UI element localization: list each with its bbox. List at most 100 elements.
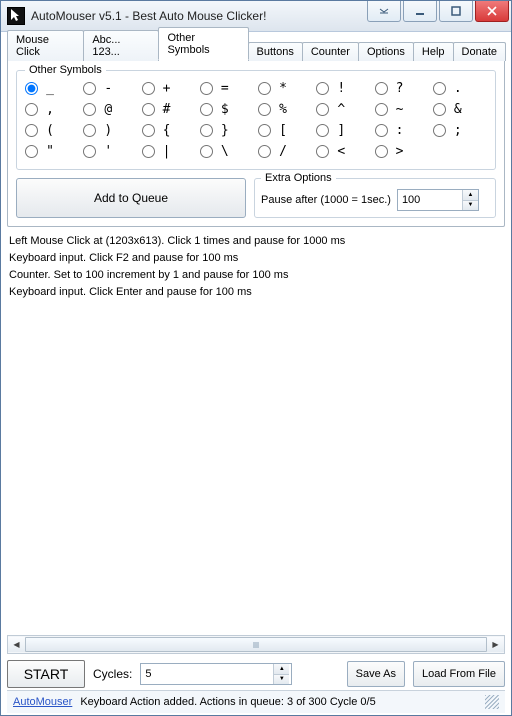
symbol-option[interactable]: \ [200, 144, 254, 159]
scroll-track[interactable] [25, 637, 487, 652]
symbol-radio[interactable] [433, 82, 446, 95]
symbol-option[interactable]: / [258, 144, 312, 159]
symbol-option[interactable]: ? [375, 81, 429, 96]
symbol-option[interactable]: ] [316, 123, 370, 138]
symbol-radio[interactable] [83, 124, 96, 137]
symbol-option[interactable]: ; [433, 123, 487, 138]
symbol-option[interactable]: ~ [375, 102, 429, 117]
symbol-radio[interactable] [142, 124, 155, 137]
tab-help[interactable]: Help [413, 42, 454, 61]
symbol-glyph: ~ [394, 102, 406, 117]
symbol-radio[interactable] [83, 103, 96, 116]
symbol-radio[interactable] [375, 103, 388, 116]
spinner-up-icon[interactable]: ▲ [274, 664, 289, 675]
symbol-radio[interactable] [200, 145, 213, 158]
save-as-button[interactable]: Save As [347, 661, 405, 687]
symbol-radio[interactable] [142, 103, 155, 116]
scroll-thumb[interactable] [25, 637, 487, 652]
symbol-radio[interactable] [200, 124, 213, 137]
symbol-option[interactable]: [ [258, 123, 312, 138]
horizontal-scrollbar[interactable]: ◀ ▶ [7, 635, 505, 654]
spinner-down-icon[interactable]: ▼ [274, 675, 289, 685]
close-button[interactable] [475, 1, 509, 22]
tab-options[interactable]: Options [358, 42, 414, 61]
spinner-down-icon[interactable]: ▼ [463, 201, 478, 211]
symbol-radio[interactable] [316, 82, 329, 95]
symbol-option[interactable]: ^ [316, 102, 370, 117]
tab-other-symbols[interactable]: Other Symbols [158, 27, 248, 60]
symbol-radio[interactable] [25, 82, 38, 95]
symbol-radio[interactable] [83, 82, 96, 95]
symbol-radio[interactable] [375, 124, 388, 137]
maximize-button[interactable] [439, 1, 473, 22]
symbol-option[interactable]: + [142, 81, 196, 96]
tab-abc-123-[interactable]: Abc... 123... [83, 30, 159, 61]
symbol-radio[interactable] [258, 103, 271, 116]
symbol-option[interactable]: ! [316, 81, 370, 96]
symbol-radio[interactable] [433, 103, 446, 116]
symbol-option[interactable]: } [200, 123, 254, 138]
symbol-option[interactable]: : [375, 123, 429, 138]
action-queue-list[interactable]: Left Mouse Click at (1203x613). Click 1 … [7, 227, 505, 635]
symbol-glyph: ^ [335, 102, 347, 117]
symbols-legend: Other Symbols [25, 64, 106, 76]
symbol-option[interactable]: @ [83, 102, 137, 117]
symbol-radio[interactable] [258, 145, 271, 158]
dropdown-button[interactable] [367, 1, 401, 22]
symbol-option[interactable]: ' [83, 144, 137, 159]
symbol-option[interactable]: , [25, 102, 79, 117]
automouser-link[interactable]: AutoMouser [13, 696, 72, 708]
symbol-radio[interactable] [316, 124, 329, 137]
symbol-option[interactable]: _ [25, 81, 79, 96]
symbol-option[interactable]: * [258, 81, 312, 96]
symbol-option[interactable]: . [433, 81, 487, 96]
symbol-radio[interactable] [25, 145, 38, 158]
symbol-radio[interactable] [375, 82, 388, 95]
symbol-radio[interactable] [142, 82, 155, 95]
symbol-radio[interactable] [200, 103, 213, 116]
symbol-option[interactable]: $ [200, 102, 254, 117]
tab-mouse-click[interactable]: Mouse Click [7, 30, 84, 61]
pause-after-input[interactable] [398, 190, 462, 210]
queue-line[interactable]: Keyboard input. Click Enter and pause fo… [9, 284, 503, 301]
resize-grip-icon[interactable] [485, 695, 499, 709]
queue-line[interactable]: Keyboard input. Click F2 and pause for 1… [9, 250, 503, 267]
symbol-option[interactable]: < [316, 144, 370, 159]
symbol-option[interactable]: ) [83, 123, 137, 138]
minimize-button[interactable] [403, 1, 437, 22]
symbol-option[interactable]: & [433, 102, 487, 117]
scroll-right-icon[interactable]: ▶ [487, 637, 504, 652]
symbol-radio[interactable] [142, 145, 155, 158]
tab-counter[interactable]: Counter [302, 42, 359, 61]
queue-line[interactable]: Counter. Set to 100 increment by 1 and p… [9, 267, 503, 284]
symbol-option[interactable]: # [142, 102, 196, 117]
symbol-option[interactable]: " [25, 144, 79, 159]
symbol-radio[interactable] [316, 145, 329, 158]
symbol-option[interactable]: { [142, 123, 196, 138]
symbol-radio[interactable] [25, 103, 38, 116]
symbol-radio[interactable] [25, 124, 38, 137]
symbol-glyph: ! [335, 81, 347, 96]
add-to-queue-button[interactable]: Add to Queue [16, 178, 246, 218]
symbol-option[interactable]: - [83, 81, 137, 96]
tab-donate[interactable]: Donate [453, 42, 506, 61]
scroll-left-icon[interactable]: ◀ [8, 637, 25, 652]
symbol-option[interactable]: > [375, 144, 429, 159]
symbol-option[interactable]: % [258, 102, 312, 117]
spinner-up-icon[interactable]: ▲ [463, 190, 478, 201]
symbol-radio[interactable] [83, 145, 96, 158]
symbol-option[interactable]: ( [25, 123, 79, 138]
load-from-file-button[interactable]: Load From File [413, 661, 505, 687]
start-button[interactable]: START [7, 660, 85, 688]
symbol-radio[interactable] [200, 82, 213, 95]
symbol-radio[interactable] [433, 124, 446, 137]
symbol-radio[interactable] [258, 124, 271, 137]
tab-buttons[interactable]: Buttons [248, 42, 303, 61]
symbol-option[interactable]: = [200, 81, 254, 96]
symbol-radio[interactable] [375, 145, 388, 158]
symbol-radio[interactable] [258, 82, 271, 95]
queue-line[interactable]: Left Mouse Click at (1203x613). Click 1 … [9, 233, 503, 250]
symbol-radio[interactable] [316, 103, 329, 116]
symbol-option[interactable]: | [142, 144, 196, 159]
cycles-input[interactable] [141, 664, 273, 684]
